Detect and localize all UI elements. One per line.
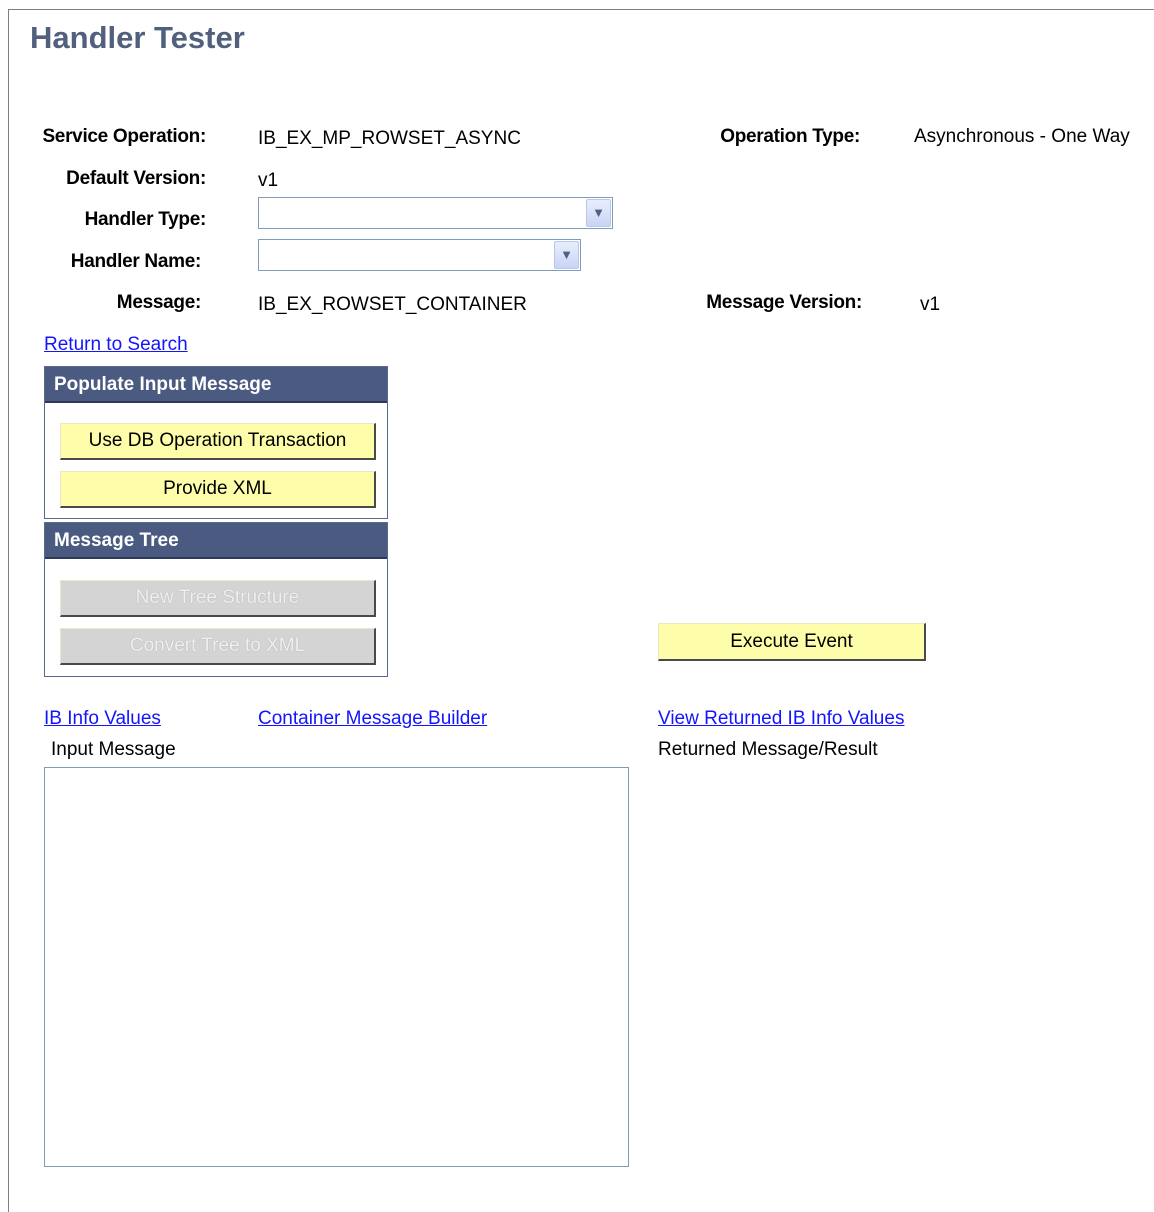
message-version-label: Message Version: bbox=[706, 292, 862, 313]
input-message-label: Input Message bbox=[51, 739, 176, 760]
view-returned-ib-info-values-link[interactable]: View Returned IB Info Values bbox=[658, 708, 904, 730]
populate-input-message-group: Populate Input Message Use DB Operation … bbox=[44, 366, 388, 519]
page-border-left bbox=[8, 9, 9, 1212]
new-tree-structure-button[interactable]: New Tree Structure bbox=[60, 580, 376, 617]
ib-info-values-link[interactable]: IB Info Values bbox=[44, 708, 161, 730]
default-version-label: Default Version: bbox=[66, 168, 206, 189]
page-title: Handler Tester bbox=[30, 20, 245, 55]
execute-event-button[interactable]: Execute Event bbox=[658, 623, 926, 661]
message-version-value: v1 bbox=[920, 294, 941, 315]
populate-input-message-header: Populate Input Message bbox=[45, 367, 387, 403]
returned-message-result-label: Returned Message/Result bbox=[658, 739, 878, 760]
container-message-builder-link[interactable]: Container Message Builder bbox=[258, 708, 487, 730]
return-to-search-link[interactable]: Return to Search bbox=[44, 334, 188, 356]
operation-type-label: Operation Type: bbox=[720, 126, 860, 147]
message-tree-group: Message Tree New Tree Structure Convert … bbox=[44, 522, 388, 677]
message-value: IB_EX_ROWSET_CONTAINER bbox=[258, 294, 527, 315]
message-tree-header: Message Tree bbox=[45, 523, 387, 559]
message-label: Message: bbox=[116, 292, 202, 313]
handler-type-select[interactable]: ▼ bbox=[258, 197, 613, 229]
provide-xml-button[interactable]: Provide XML bbox=[60, 471, 376, 508]
service-operation-value: IB_EX_MP_ROWSET_ASYNC bbox=[258, 128, 521, 149]
handler-type-label: Handler Type: bbox=[84, 209, 207, 230]
convert-tree-to-xml-button[interactable]: Convert Tree to XML bbox=[60, 628, 376, 665]
operation-type-value: Asynchronous - One Way bbox=[914, 126, 1130, 147]
chevron-down-icon[interactable]: ▼ bbox=[586, 199, 611, 227]
handler-name-select[interactable]: ▼ bbox=[258, 239, 581, 271]
input-message-textarea[interactable] bbox=[44, 767, 629, 1167]
use-db-operation-transaction-button[interactable]: Use DB Operation Transaction bbox=[60, 423, 376, 460]
chevron-down-icon[interactable]: ▼ bbox=[554, 241, 579, 269]
handler-name-label: Handler Name: bbox=[70, 251, 202, 272]
default-version-value: v1 bbox=[258, 170, 279, 191]
page-border-top bbox=[8, 9, 1154, 10]
service-operation-label: Service Operation: bbox=[42, 126, 206, 147]
